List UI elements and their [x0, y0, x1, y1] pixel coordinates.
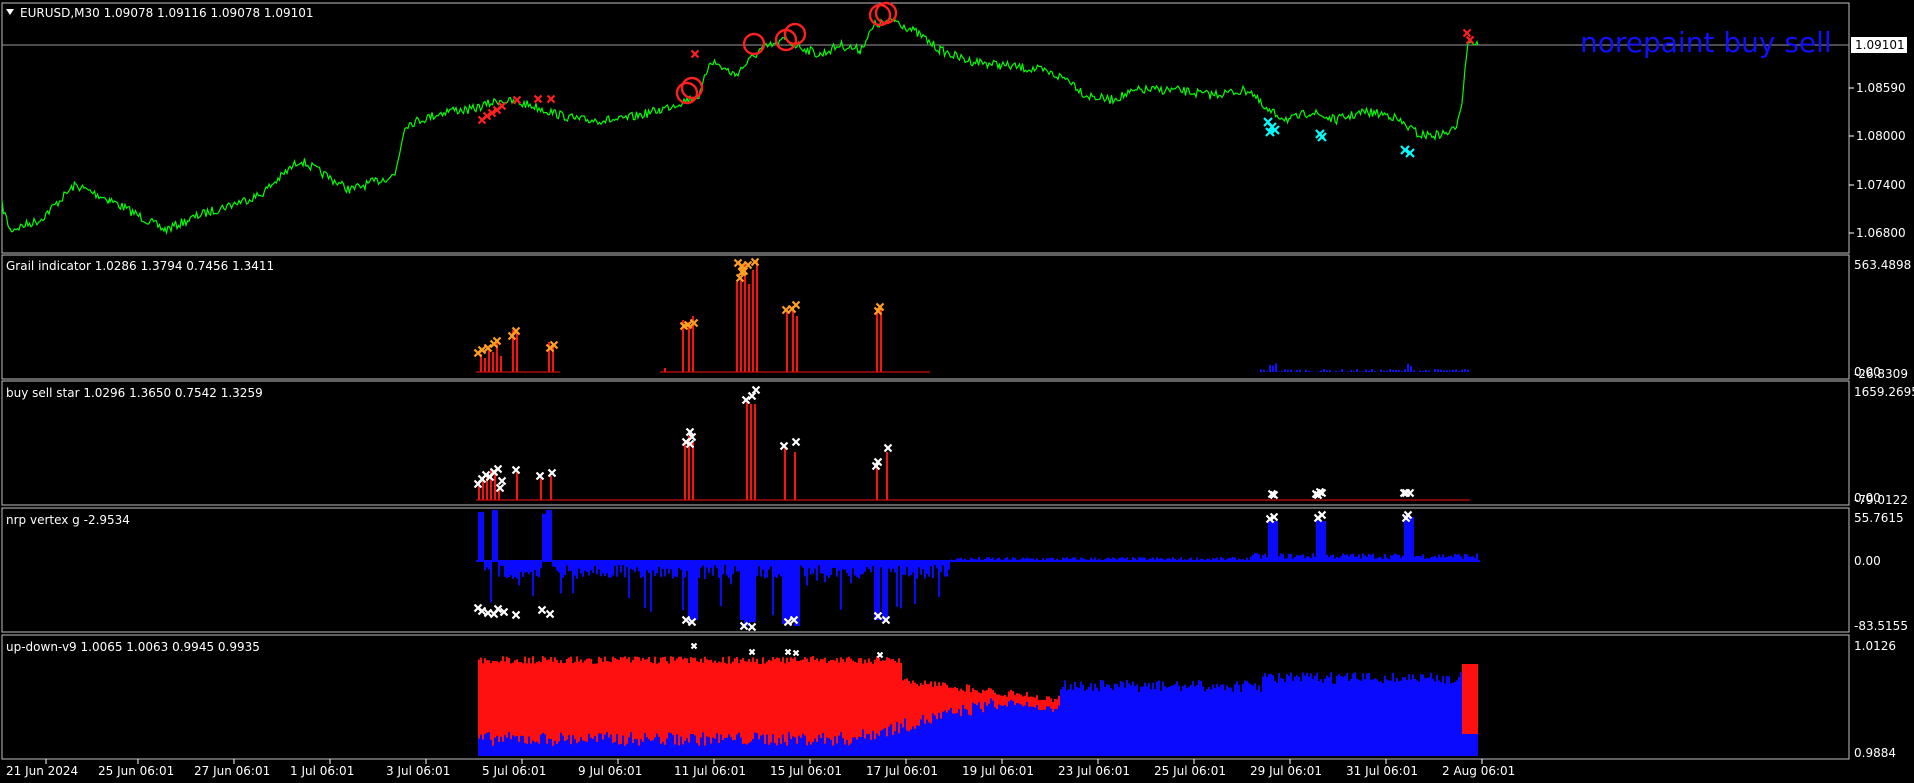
- time-tick: 29 Jul 06:01: [1250, 764, 1322, 778]
- grail-bar: [740, 276, 742, 372]
- star-bar: [754, 404, 756, 500]
- time-tick: 15 Jul 06:01: [770, 764, 842, 778]
- grail-bar: [488, 348, 490, 372]
- grail-bar: [796, 316, 798, 372]
- time-tick: 19 Jul 06:01: [962, 764, 1034, 778]
- star-bar: [516, 472, 518, 500]
- time-tick: 25 Jul 06:01: [1154, 764, 1226, 778]
- main-price-panel[interactable]: [1, 2, 1850, 254]
- time-tick: 1 Jul 06:01: [290, 764, 354, 778]
- time-tick: 21 Jun 2024: [6, 764, 78, 778]
- time-tick: 3 Jul 06:01: [386, 764, 450, 778]
- current-price-value: 1.09101: [1855, 38, 1905, 52]
- time-axis[interactable]: 21 Jun 2024 25 Jun 06:01 27 Jun 06:01 1 Jul…: [6, 759, 1515, 778]
- star-bar: [540, 478, 542, 500]
- panel-label-grail: Grail indicator 1.0286 1.3794 0.7456 1.3…: [6, 259, 274, 273]
- star-bar: [794, 452, 796, 500]
- time-tick: 23 Jul 06:01: [1058, 764, 1130, 778]
- time-tick: 5 Jul 06:01: [482, 764, 546, 778]
- price-tick: 1.08590: [1856, 81, 1906, 95]
- grail-bar: [752, 270, 754, 372]
- grail-bar: [500, 356, 502, 372]
- grail-bar: [736, 282, 738, 372]
- grail-bar: [792, 306, 794, 372]
- grail-bar: [756, 260, 758, 372]
- grail-bar: [744, 262, 746, 372]
- star-bar: [746, 400, 748, 500]
- star-bar: [886, 452, 888, 500]
- nrp-axis-min: -83.5155: [1854, 619, 1908, 633]
- grail-indicator-panel[interactable]: [1, 254, 1850, 380]
- grail-bar: [786, 312, 788, 372]
- grail-bar: [516, 332, 518, 372]
- time-tick: 2 Aug 06:01: [1442, 764, 1515, 778]
- time-tick: 9 Jul 06:01: [578, 764, 642, 778]
- star-bar: [684, 440, 686, 500]
- buy-sell-star-panel[interactable]: [1, 380, 1850, 506]
- star-axis-zero: 0.00: [1854, 491, 1881, 505]
- trading-chart[interactable]: EURUSD,M30 1.09078 1.09116 1.09078 1.091…: [0, 0, 1914, 783]
- grail-bar: [492, 352, 494, 372]
- grail-bar: [748, 284, 750, 372]
- grail-axis-zero: 0.00: [1854, 365, 1881, 379]
- grail-bar: [876, 310, 878, 372]
- star-bar: [494, 472, 496, 500]
- star-bar: [750, 404, 752, 500]
- grail-bar: [484, 358, 486, 372]
- grail-axis-max: 563.4898: [1854, 258, 1911, 272]
- time-tick: 31 Jul 06:01: [1346, 764, 1418, 778]
- time-tick: 25 Jun 06:01: [98, 764, 174, 778]
- price-tick: 1.06800: [1856, 226, 1906, 240]
- grail-bar: [664, 368, 666, 372]
- time-tick: 27 Jun 06:01: [194, 764, 270, 778]
- panel-label-nrp: nrp vertex g -2.9534: [6, 513, 130, 527]
- time-tick: 17 Jul 06:01: [866, 764, 938, 778]
- star-bar: [692, 442, 694, 500]
- star-bar: [784, 448, 786, 500]
- star-axis-max: 1659.2695: [1854, 385, 1914, 399]
- grail-bar: [688, 322, 690, 372]
- symbol-label: EURUSD,M30 1.09078 1.09116 1.09078 1.091…: [20, 6, 314, 20]
- updown-axis-min: 0.9884: [1854, 746, 1896, 760]
- time-tick: 11 Jul 06:01: [674, 764, 746, 778]
- nrp-axis-max: 55.7615: [1854, 511, 1904, 525]
- updown-axis-max: 1.0126: [1854, 639, 1896, 653]
- price-tick: 1.08000: [1856, 129, 1906, 143]
- watermark-text: norepaint buy sell: [1580, 26, 1832, 59]
- star-bar: [876, 464, 878, 500]
- price-tick: 1.07400: [1856, 178, 1906, 192]
- price-axis[interactable]: 1.09101 1.08590 1.08000 1.07400 1.06800 …: [1849, 37, 1914, 760]
- panel-label-star: buy sell star 1.0296 1.3650 0.7542 1.325…: [6, 386, 263, 400]
- star-bar: [550, 476, 552, 500]
- nrp-axis-zero: 0.00: [1854, 554, 1881, 568]
- grail-bar: [880, 306, 882, 372]
- panel-label-updown: up-down-v9 1.0065 1.0063 0.9945 0.9935: [6, 640, 260, 654]
